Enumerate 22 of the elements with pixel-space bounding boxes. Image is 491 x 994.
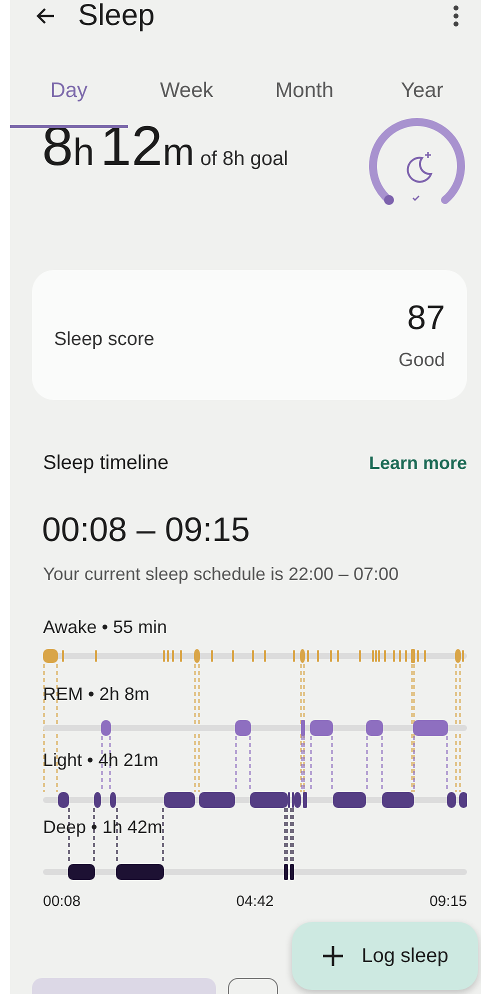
page-title: Sleep xyxy=(78,0,156,33)
period-tab[interactable]: Day xyxy=(10,70,128,128)
section-title: Sleep timeline xyxy=(43,452,169,475)
time-axis-label: 04:42 xyxy=(236,893,274,910)
stage-label: Deep • 1h 42m xyxy=(43,816,162,838)
more-icon xyxy=(453,5,459,27)
period-tab[interactable]: Year xyxy=(363,70,481,128)
stage-label: Awake • 55 min xyxy=(43,617,168,638)
log-sleep-button[interactable]: Log sleep xyxy=(292,922,478,990)
score-label: Sleep score xyxy=(54,329,154,351)
score-rating: Good xyxy=(398,350,445,372)
stage-label: Light • 4h 21m xyxy=(43,750,158,771)
score-value: 87 xyxy=(407,298,445,338)
score-card[interactable]: Sleep score 87 Good xyxy=(32,270,467,400)
sleep-time-range: 00:08 – 09:15 xyxy=(41,511,251,550)
time-axis-label: 00:08 xyxy=(43,893,81,910)
more-menu-button[interactable] xyxy=(453,5,459,27)
time-axis-label: 09:15 xyxy=(429,893,467,910)
plus-icon xyxy=(322,945,344,967)
schedule-text: Your current sleep schedule is 22:00 – 07:00 xyxy=(42,564,400,585)
stage-label: REM • 2h 8m xyxy=(43,684,150,704)
learn-more-link[interactable]: Learn more xyxy=(368,453,467,474)
